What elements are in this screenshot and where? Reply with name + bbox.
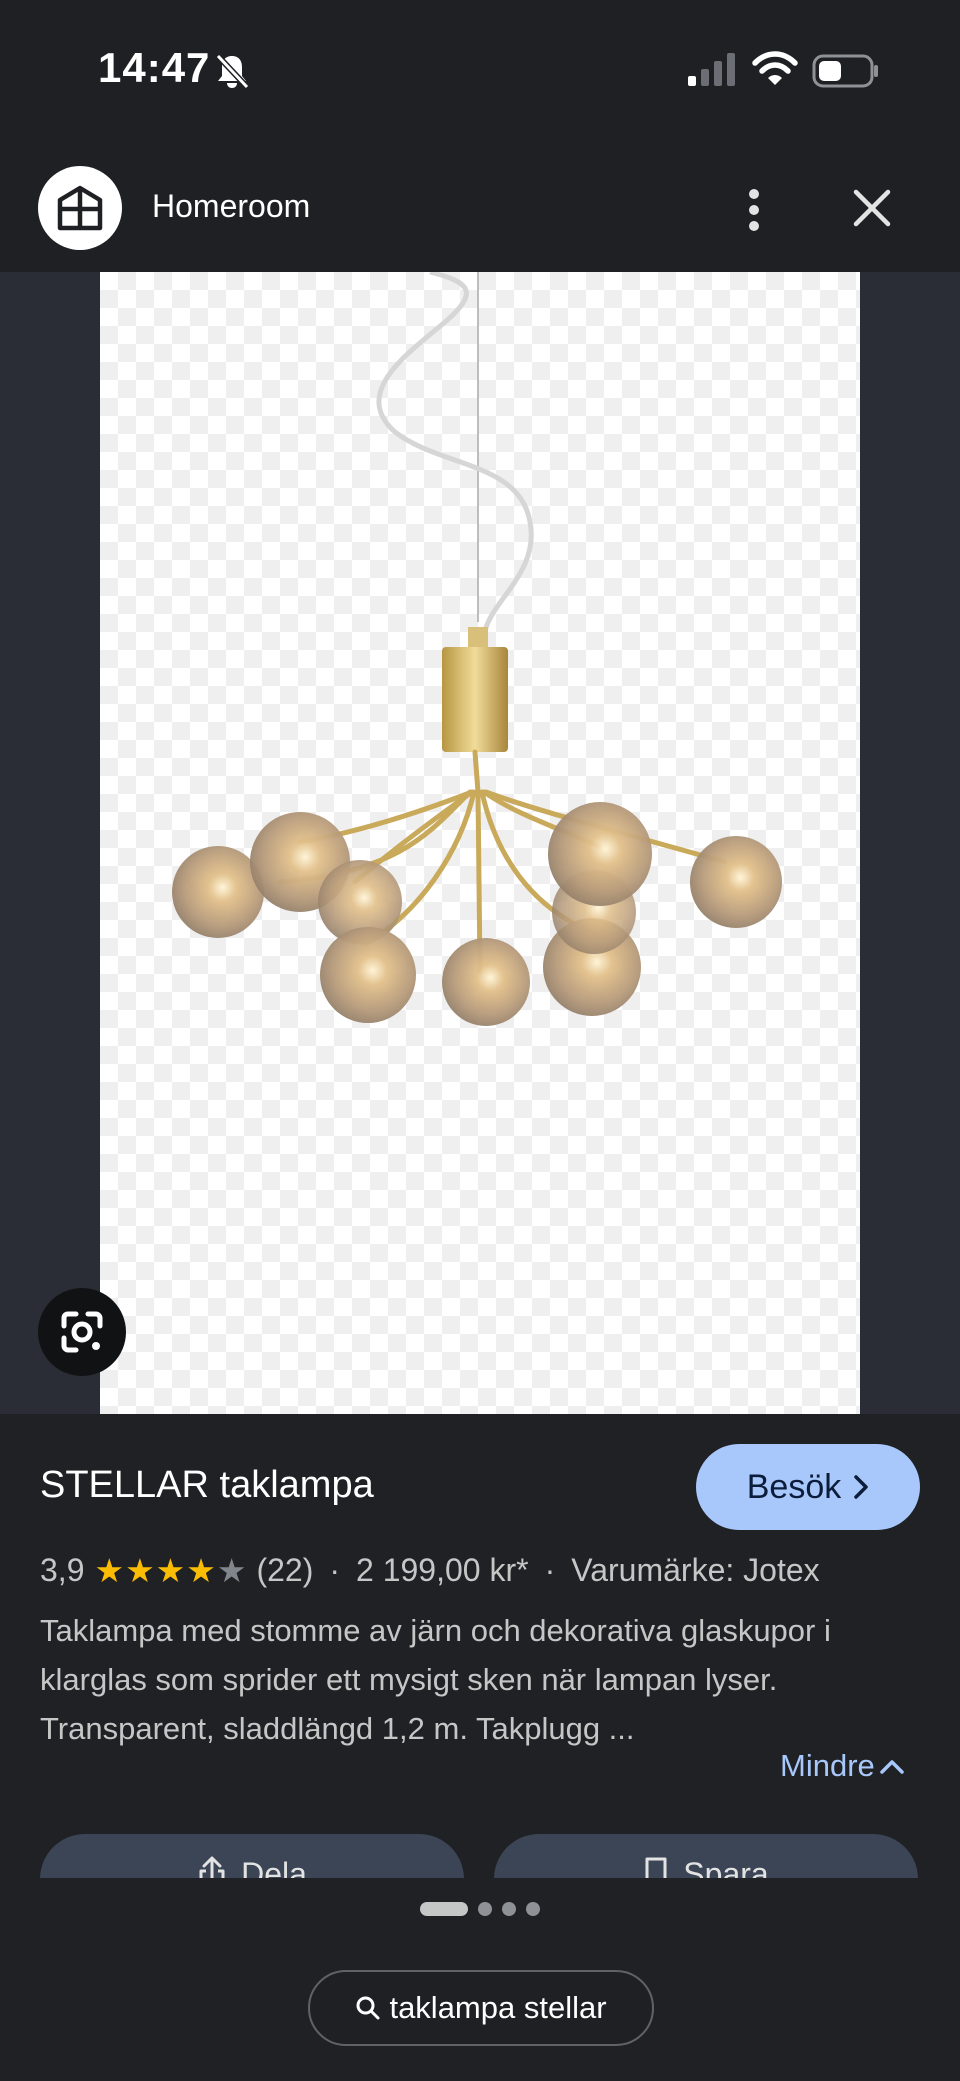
rating-stars: ★ ★ ★ ★ ★ bbox=[94, 1554, 246, 1587]
close-icon[interactable] bbox=[848, 184, 896, 232]
share-button[interactable]: Dela bbox=[40, 1834, 464, 1878]
status-time: 14:47 bbox=[98, 44, 211, 91]
wifi-icon bbox=[752, 51, 798, 85]
star-icon: ★ bbox=[94, 1551, 125, 1589]
page-dot[interactable] bbox=[526, 1902, 540, 1916]
star-icon: ★ bbox=[155, 1551, 186, 1589]
search-icon bbox=[356, 1996, 380, 2020]
visit-button[interactable]: Besök bbox=[696, 1444, 920, 1530]
page-dot[interactable] bbox=[478, 1902, 492, 1916]
bottom-bar: taklampa stellar bbox=[0, 1878, 960, 2081]
product-title[interactable]: STELLAR taklampa bbox=[40, 1464, 374, 1507]
product-info-panel: STELLAR taklampa Besök 3,9 ★ ★ ★ ★ ★ (22… bbox=[0, 1414, 960, 1878]
chandelier-image[interactable] bbox=[100, 272, 860, 1414]
chevron-right-icon bbox=[854, 1475, 868, 1499]
save-label: Spara bbox=[683, 1856, 769, 1878]
star-icon: ★ bbox=[186, 1551, 216, 1589]
search-query-label: taklampa stellar bbox=[389, 1990, 607, 2025]
signal-icon bbox=[688, 53, 735, 86]
image-viewer bbox=[0, 272, 960, 1414]
battery-icon bbox=[812, 54, 878, 88]
brand: Varumärke: Jotex bbox=[571, 1551, 820, 1588]
site-header: Homeroom bbox=[0, 140, 960, 272]
separator: · bbox=[329, 1551, 341, 1588]
bell-slash-icon bbox=[215, 53, 250, 90]
page-dot[interactable] bbox=[502, 1902, 516, 1916]
chevron-up-icon bbox=[880, 1760, 904, 1774]
show-less-label: Mindre bbox=[780, 1748, 875, 1783]
google-lens-icon[interactable] bbox=[38, 1288, 126, 1376]
separator: · bbox=[544, 1551, 556, 1588]
search-query-chip[interactable]: taklampa stellar bbox=[308, 1970, 654, 2046]
price: 2 199,00 kr* bbox=[356, 1551, 529, 1588]
rating-value: 3,9 bbox=[40, 1551, 85, 1588]
status-bar: 14:47 bbox=[0, 0, 960, 140]
share-icon bbox=[199, 1856, 225, 1878]
save-button[interactable]: Spara bbox=[494, 1834, 918, 1878]
site-name[interactable]: Homeroom bbox=[152, 188, 310, 225]
star-empty-icon: ★ bbox=[216, 1551, 247, 1589]
show-less-link[interactable]: Mindre bbox=[780, 1748, 905, 1784]
page-dot-active[interactable] bbox=[420, 1902, 468, 1916]
share-label: Dela bbox=[241, 1856, 307, 1878]
more-vert-icon[interactable] bbox=[734, 180, 774, 240]
product-meta: 3,9 ★ ★ ★ ★ ★ (22) · 2 199,00 kr* · Varu… bbox=[40, 1546, 820, 1594]
carousel-pagination bbox=[420, 1902, 540, 1916]
visit-button-label: Besök bbox=[746, 1467, 842, 1506]
review-count: (22) bbox=[256, 1551, 314, 1588]
homeroom-logo-icon[interactable] bbox=[38, 166, 122, 250]
bookmark-icon bbox=[645, 1857, 667, 1878]
star-icon: ★ bbox=[125, 1551, 155, 1589]
product-description: Taklampa med stomme av järn och dekorati… bbox=[40, 1613, 831, 1746]
